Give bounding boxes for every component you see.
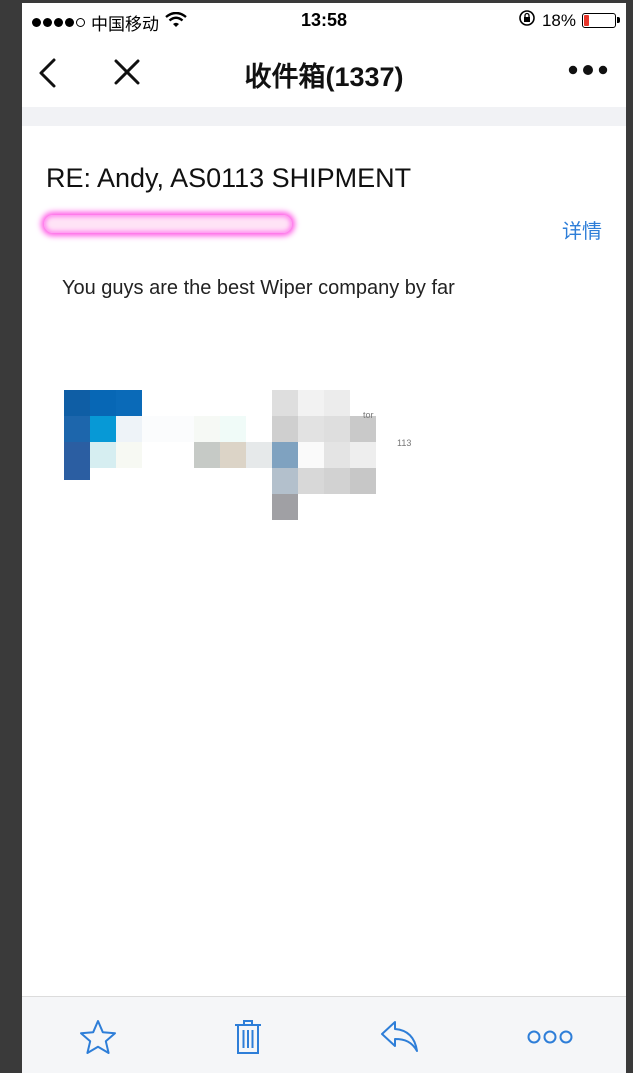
star-icon[interactable] [79,1019,117,1060]
trash-icon[interactable] [233,1019,263,1060]
signature-image: tor 113 [64,390,424,526]
mail-subject: RE: Andy, AS0113 SHIPMENT [46,163,412,193]
battery-percent: 18% [541,10,576,30]
more-dots-icon[interactable] [568,63,608,82]
signature-text-1: tor [363,410,374,420]
details-link[interactable]: 详情 [562,215,602,244]
mail-body: You guys are the best Wiper company by f… [62,277,455,299]
sender-redacted[interactable] [44,215,292,233]
signature-text-2: 113 [397,438,412,448]
nav-bar: 收件箱(1337) [22,37,626,107]
page-title: 收件箱(1337) [244,62,404,92]
rotation-lock-icon [518,9,536,32]
more-circles-icon[interactable] [527,1029,573,1050]
reply-icon[interactable] [380,1019,420,1058]
battery-icon [582,13,620,28]
status-right: 18% [518,9,620,32]
bottom-toolbar [22,996,626,1073]
header-divider [22,107,626,126]
phone-screen: 中国移动 13:58 18% 收件箱(1337) RE: Andy, AS011… [22,3,626,1073]
status-bar: 中国移动 13:58 18% [22,3,626,37]
